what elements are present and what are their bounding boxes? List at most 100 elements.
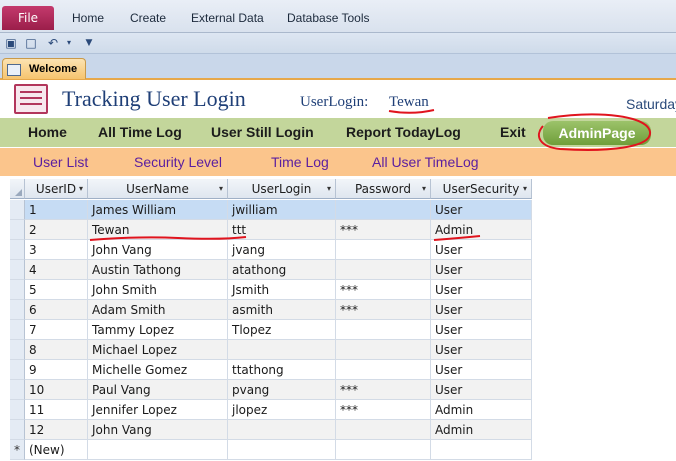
cell-userlogin[interactable]: jvang (228, 240, 336, 260)
record-selector[interactable]: * (10, 440, 25, 460)
cell-password[interactable] (336, 320, 431, 340)
cell-userid[interactable]: (New) (25, 440, 88, 460)
column-dropdown-icon[interactable]: ▾ (219, 179, 223, 199)
cell-username[interactable]: Michelle Gomez (88, 360, 228, 380)
cell-userlogin[interactable]: ttathong (228, 360, 336, 380)
cell-password[interactable]: *** (336, 400, 431, 420)
cell-password[interactable] (336, 440, 431, 460)
column-dropdown-icon[interactable]: ▾ (422, 179, 426, 199)
cell-userid[interactable]: 5 (25, 280, 88, 300)
cell-usersecurity[interactable] (431, 440, 532, 460)
column-dropdown-icon[interactable]: ▾ (327, 179, 331, 199)
record-selector[interactable] (10, 380, 25, 400)
column-dropdown-icon[interactable]: ▾ (523, 179, 527, 199)
cell-userlogin[interactable]: jlopez (228, 400, 336, 420)
cell-userlogin[interactable] (228, 420, 336, 440)
cell-userid[interactable]: 6 (25, 300, 88, 320)
cell-username[interactable]: James William (88, 200, 228, 220)
tab-welcome[interactable]: Welcome (2, 58, 86, 79)
cell-password[interactable] (336, 360, 431, 380)
file-tab[interactable]: File (2, 6, 54, 30)
tab-home[interactable]: Home (72, 11, 104, 25)
cell-password[interactable]: *** (336, 380, 431, 400)
cell-userlogin[interactable]: Jsmith (228, 280, 336, 300)
cell-userlogin[interactable]: jwilliam (228, 200, 336, 220)
cell-username[interactable] (88, 440, 228, 460)
cell-usersecurity[interactable]: User (431, 320, 532, 340)
nav-user-list-button[interactable]: User List (33, 154, 88, 170)
cell-username[interactable]: John Vang (88, 240, 228, 260)
cell-usersecurity[interactable]: User (431, 300, 532, 320)
table-row[interactable]: 2 Tewan ttt *** Admin (10, 220, 532, 240)
cell-password[interactable]: *** (336, 220, 431, 240)
cell-userid[interactable]: 2 (25, 220, 88, 240)
column-header-password[interactable]: Password ▾ (336, 179, 431, 199)
cell-username[interactable]: John Vang (88, 420, 228, 440)
record-selector[interactable] (10, 240, 25, 260)
cell-usersecurity[interactable]: User (431, 200, 532, 220)
cell-username[interactable]: Paul Vang (88, 380, 228, 400)
record-selector[interactable] (10, 280, 25, 300)
select-all-corner[interactable] (10, 179, 25, 199)
cell-usersecurity[interactable]: User (431, 360, 532, 380)
table-row[interactable]: 6 Adam Smith asmith *** User (10, 300, 532, 320)
cell-userid[interactable]: 10 (25, 380, 88, 400)
cell-usersecurity[interactable]: User (431, 260, 532, 280)
nav-time-log-button[interactable]: Time Log (271, 154, 329, 170)
column-dropdown-icon[interactable]: ▾ (79, 179, 83, 199)
cell-userid[interactable]: 3 (25, 240, 88, 260)
record-selector[interactable] (10, 300, 25, 320)
undo-dropdown-icon[interactable]: ▾ (62, 36, 76, 50)
cell-password[interactable]: *** (336, 280, 431, 300)
nav-security-level-button[interactable]: Security Level (134, 154, 222, 170)
cell-username[interactable]: Tammy Lopez (88, 320, 228, 340)
column-header-usersecurity[interactable]: UserSecurity ▾ (431, 179, 532, 199)
cell-username[interactable]: Austin Tathong (88, 260, 228, 280)
cell-userid[interactable]: 1 (25, 200, 88, 220)
cell-userid[interactable]: 8 (25, 340, 88, 360)
table-row[interactable]: 10 Paul Vang pvang *** User (10, 380, 532, 400)
table-row[interactable]: 1 James William jwilliam User (10, 200, 532, 220)
cell-username[interactable]: Tewan (88, 220, 228, 240)
cell-usersecurity[interactable]: User (431, 380, 532, 400)
cell-username[interactable]: Jennifer Lopez (88, 400, 228, 420)
record-selector[interactable] (10, 200, 25, 220)
cell-userlogin[interactable]: Tlopez (228, 320, 336, 340)
nav-all-user-timelog-button[interactable]: All User TimeLog (372, 154, 479, 170)
nav-user-still-login-button[interactable]: User Still Login (211, 124, 314, 140)
cell-userid[interactable]: 9 (25, 360, 88, 380)
cell-userid[interactable]: 7 (25, 320, 88, 340)
table-row[interactable]: 7 Tammy Lopez Tlopez User (10, 320, 532, 340)
cell-userid[interactable]: 4 (25, 260, 88, 280)
table-row[interactable]: 3 John Vang jvang User (10, 240, 532, 260)
column-header-userid[interactable]: UserID ▾ (25, 179, 88, 199)
cell-userlogin[interactable]: asmith (228, 300, 336, 320)
cell-password[interactable] (336, 340, 431, 360)
cell-password[interactable] (336, 420, 431, 440)
record-selector[interactable] (10, 320, 25, 340)
cell-password[interactable]: *** (336, 300, 431, 320)
cell-usersecurity[interactable]: Admin (431, 420, 532, 440)
new-record-row[interactable]: * (New) (10, 440, 532, 460)
table-row[interactable]: 5 John Smith Jsmith *** User (10, 280, 532, 300)
tab-database-tools[interactable]: Database Tools (287, 11, 370, 25)
nav-exit-button[interactable]: Exit (500, 124, 526, 140)
tab-create[interactable]: Create (130, 11, 166, 25)
undo-icon[interactable]: ↶ (46, 36, 60, 50)
nav-report-todaylog-button[interactable]: Report TodayLog (346, 124, 461, 140)
save-icon[interactable]: ▣ (4, 36, 18, 50)
cell-usersecurity[interactable]: User (431, 280, 532, 300)
table-row[interactable]: 9 Michelle Gomez ttathong User (10, 360, 532, 380)
column-header-userlogin[interactable]: UserLogin ▾ (228, 179, 336, 199)
cell-userlogin[interactable]: atathong (228, 260, 336, 280)
cell-userlogin[interactable]: pvang (228, 380, 336, 400)
nav-adminpage-button[interactable]: AdminPage (543, 121, 651, 145)
print-preview-icon[interactable]: □ (24, 36, 38, 50)
cell-usersecurity[interactable]: User (431, 240, 532, 260)
cell-userlogin[interactable] (228, 440, 336, 460)
nav-home-button[interactable]: Home (28, 124, 67, 140)
table-row[interactable]: 8 Michael Lopez User (10, 340, 532, 360)
cell-userlogin[interactable]: ttt (228, 220, 336, 240)
cell-username[interactable]: John Smith (88, 280, 228, 300)
table-row[interactable]: 11 Jennifer Lopez jlopez *** Admin (10, 400, 532, 420)
